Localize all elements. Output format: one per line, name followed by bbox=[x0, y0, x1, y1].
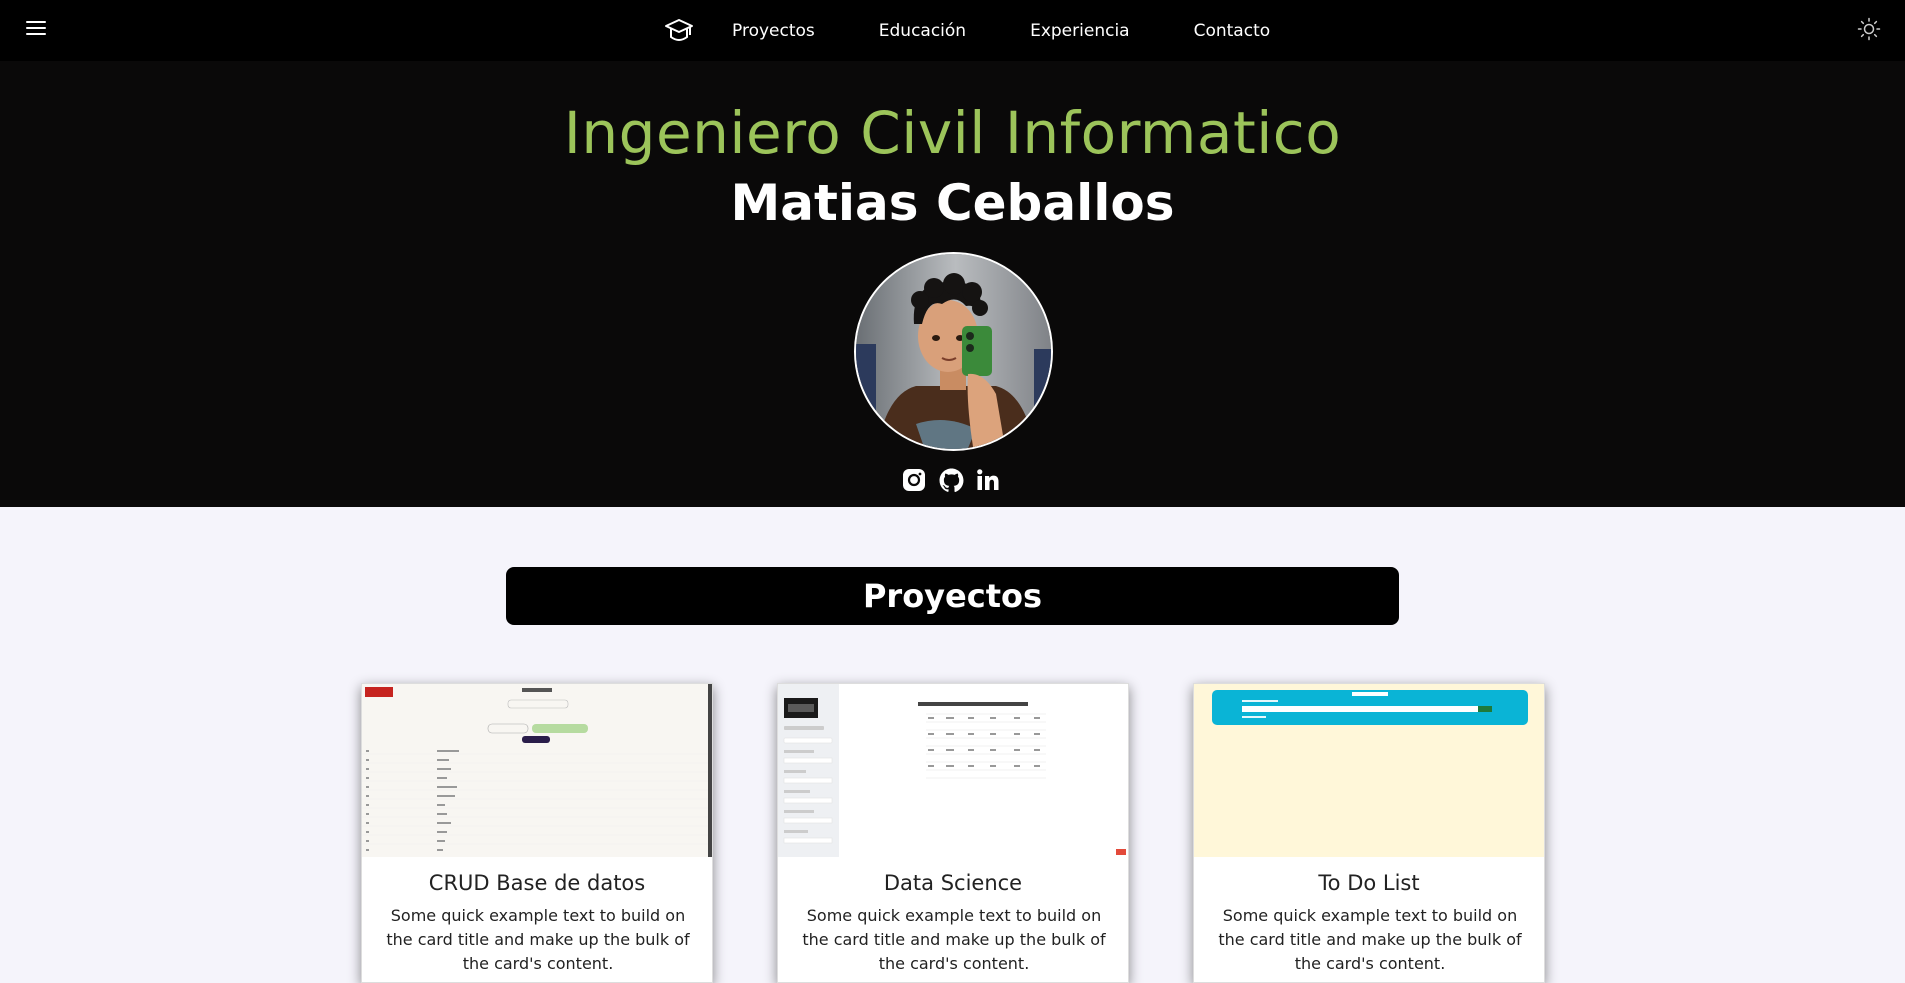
nav-link-proyectos[interactable]: Proyectos bbox=[732, 21, 815, 41]
social-links bbox=[901, 467, 1012, 493]
projects-heading: Proyectos bbox=[506, 567, 1399, 625]
navbar: Proyectos Educación Experiencia Contacto bbox=[0, 0, 1905, 61]
project-card-crud[interactable]: CRUD Base de datos Some quick example te… bbox=[361, 683, 713, 983]
graduation-cap-icon[interactable] bbox=[662, 14, 696, 48]
nav-link-experiencia[interactable]: Experiencia bbox=[1030, 21, 1130, 41]
hero-role: Ingeniero Civil Informatico bbox=[563, 99, 1342, 167]
hero-section: Ingeniero Civil Informatico Matias Cebal… bbox=[0, 61, 1905, 507]
project-card-data-science[interactable]: Data Science Some quick example text to … bbox=[777, 683, 1129, 983]
github-icon[interactable] bbox=[938, 467, 964, 493]
nav-link-educacion[interactable]: Educación bbox=[879, 21, 966, 41]
card-text: Some quick example text to build on the … bbox=[1218, 906, 1522, 973]
card-title: To Do List bbox=[1318, 871, 1420, 895]
nav-center: Proyectos Educación Experiencia Contacto bbox=[662, 14, 1270, 48]
card-text: Some quick example text to build on the … bbox=[802, 906, 1106, 973]
card-image-todo bbox=[1194, 684, 1544, 857]
card-title: CRUD Base de datos bbox=[428, 871, 646, 895]
card-image-data-science bbox=[778, 684, 1128, 857]
card-text: Some quick example text to build on the … bbox=[386, 906, 690, 973]
card-image-crud bbox=[362, 684, 712, 857]
nav-link-contacto[interactable]: Contacto bbox=[1194, 21, 1271, 41]
card-title: Data Science bbox=[883, 871, 1023, 895]
sun-icon[interactable] bbox=[1857, 17, 1881, 41]
instagram-icon[interactable] bbox=[901, 467, 927, 493]
project-card-todo[interactable]: To Do List Some quick example text to bu… bbox=[1193, 683, 1545, 983]
hamburger-icon[interactable] bbox=[26, 21, 46, 39]
avatar bbox=[854, 252, 1053, 451]
hero-name: Matias Ceballos bbox=[730, 174, 1175, 232]
linkedin-icon[interactable] bbox=[975, 467, 1001, 493]
